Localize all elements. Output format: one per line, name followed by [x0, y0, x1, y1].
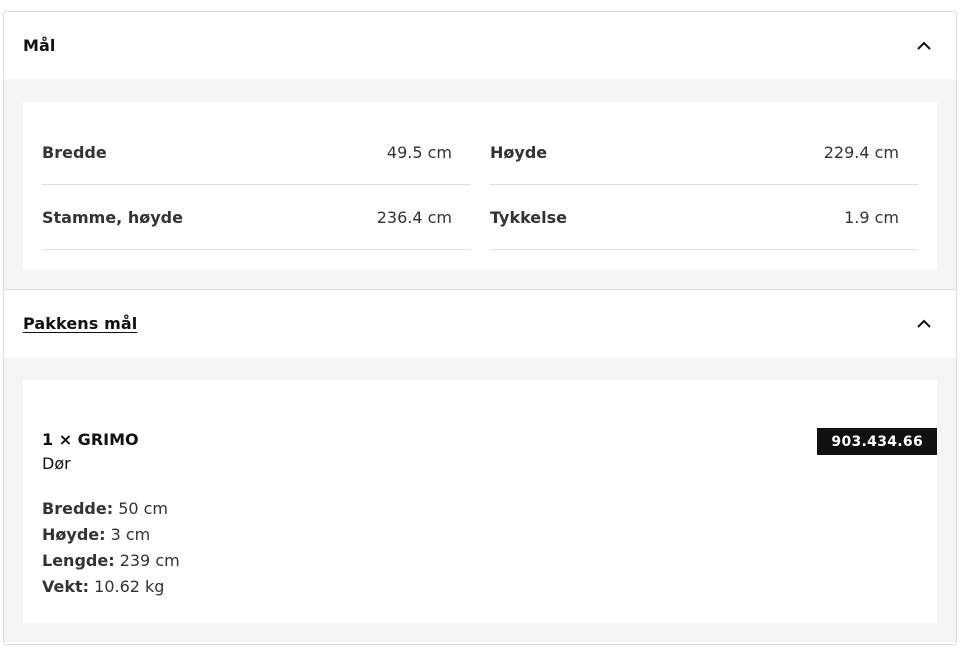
package-spec-value: 10.62 kg	[94, 577, 165, 596]
package-section-body: 1 × GRIMO Dør 903.434.66 Bredde: 50 cm H…	[4, 357, 956, 642]
dimension-row: Stamme, høyde 236.4 cm	[42, 185, 471, 250]
chevron-up-icon[interactable]	[917, 41, 931, 50]
dimensions-section-header[interactable]: Mål	[4, 12, 956, 79]
chevron-up-icon[interactable]	[917, 319, 931, 328]
dimension-value: 1.9 cm	[844, 207, 899, 227]
dimension-label: Tykkelse	[490, 207, 568, 227]
package-card: 1 × GRIMO Dør 903.434.66 Bredde: 50 cm H…	[23, 380, 937, 623]
dimensions-card: Bredde 49.5 cm Stamme, høyde 236.4 cm Hø…	[23, 102, 937, 270]
package-spec-label: Bredde:	[42, 499, 114, 518]
dimension-label: Høyde	[490, 142, 548, 162]
package-spec-row: Lengde: 239 cm	[42, 548, 918, 574]
package-item-name: 1 × GRIMO	[42, 430, 139, 449]
package-specs: Bredde: 50 cm Høyde: 3 cm Lengde: 239 cm…	[42, 496, 918, 600]
dimension-value: 229.4 cm	[823, 142, 899, 162]
package-section-header[interactable]: Pakkens mål	[4, 290, 956, 357]
package-spec-label: Vekt:	[42, 577, 90, 596]
dimensions-grid: Bredde 49.5 cm Stamme, høyde 236.4 cm Hø…	[42, 102, 918, 270]
package-spec-label: Høyde:	[42, 525, 106, 544]
dimension-value: 49.5 cm	[386, 142, 452, 162]
package-section: Pakkens mål 1 × GRIMO Dør 903.434.66 Bre…	[4, 289, 956, 642]
dimensions-section-title: Mål	[23, 36, 56, 55]
dimensions-column-left: Bredde 49.5 cm Stamme, høyde 236.4 cm	[42, 120, 471, 250]
dimensions-section-body: Bredde 49.5 cm Stamme, høyde 236.4 cm Hø…	[4, 79, 956, 289]
dimension-label: Bredde	[42, 142, 107, 162]
package-spec-value: 3 cm	[110, 525, 151, 544]
package-item-type: Dør	[42, 454, 71, 473]
package-spec-value: 50 cm	[118, 499, 169, 518]
dimension-row: Bredde 49.5 cm	[42, 120, 471, 185]
product-details-accordion: Mål Bredde 49.5 cm Stamme, høyde 236.4 c…	[3, 11, 957, 645]
package-spec-row: Høyde: 3 cm	[42, 522, 918, 548]
package-spec-label: Lengde:	[42, 551, 115, 570]
package-section-title[interactable]: Pakkens mål	[23, 314, 137, 333]
dimension-row: Høyde 229.4 cm	[490, 120, 918, 185]
article-number-badge: 903.434.66	[817, 428, 937, 455]
package-spec-row: Vekt: 10.62 kg	[42, 574, 918, 600]
dimension-row: Tykkelse 1.9 cm	[490, 185, 918, 250]
package-spec-value: 239 cm	[119, 551, 180, 570]
dimensions-column-right: Høyde 229.4 cm Tykkelse 1.9 cm	[490, 120, 918, 250]
package-spec-row: Bredde: 50 cm	[42, 496, 918, 522]
dimension-label: Stamme, høyde	[42, 207, 183, 227]
dimension-value: 236.4 cm	[376, 207, 452, 227]
